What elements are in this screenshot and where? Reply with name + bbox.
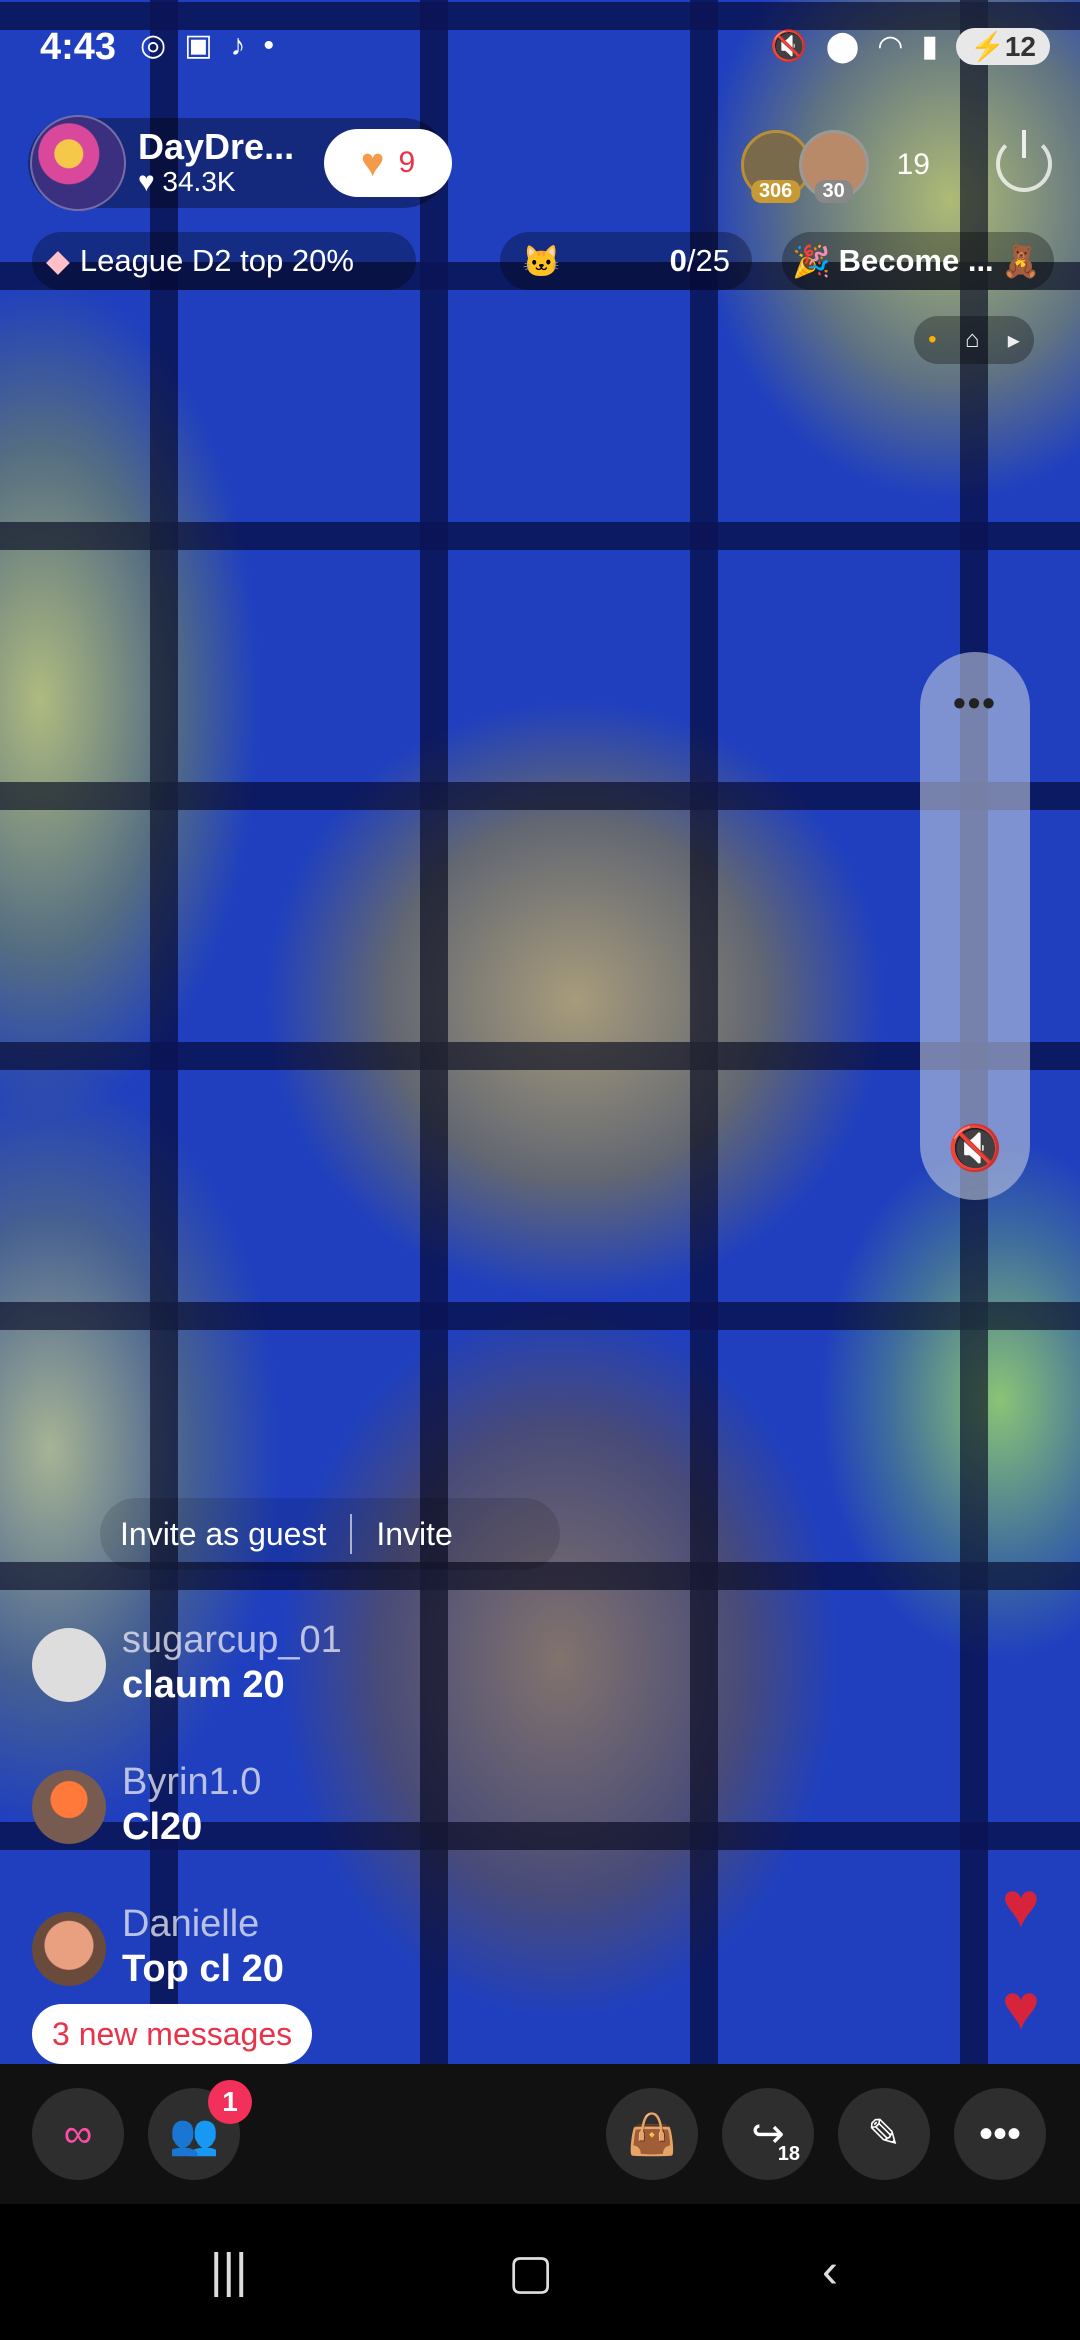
play-icon[interactable]: ▸ (1008, 326, 1020, 355)
comment-username[interactable]: sugarcup_01 (122, 1618, 342, 1662)
mute-audio-icon[interactable]: 🔇 (920, 1122, 1030, 1174)
host-avatar[interactable] (30, 115, 126, 211)
invite-as-guest-button[interactable]: Invite as guest (120, 1516, 326, 1553)
comment-item[interactable]: Byrin1.0 Cl20 (32, 1760, 632, 1902)
shop-bag-icon[interactable]: 👜 (606, 2088, 698, 2180)
dot-indicator-icon: • (928, 326, 937, 353)
become-text: Become ... (838, 243, 994, 278)
comment-avatar[interactable] (32, 1912, 106, 1986)
diamond-icon: ◆ (46, 243, 70, 278)
cat-icon: 🐱 (522, 243, 561, 279)
become-banner[interactable]: 🎉 Become ... 🧸 (782, 232, 1054, 290)
heart-small-icon: ♥ (138, 166, 155, 197)
more-icon[interactable]: ••• (920, 682, 1030, 724)
viewer-badge-2: 30 (814, 180, 853, 203)
host-likes-value: 34.3K (162, 166, 236, 197)
viewer-avatar-2[interactable]: 30 (798, 130, 869, 203)
floating-heart-icon: ♥ (1002, 1971, 1040, 2043)
comment-message: Top cl 20 (122, 1948, 284, 1990)
guests-icon[interactable]: 👥 1 (148, 2080, 252, 2180)
status-right-icons: 🔇 ⬤ ◠ ▮ ⚡12 (770, 28, 1050, 65)
goal-total: /25 (686, 243, 730, 278)
gift-goal[interactable]: 🐱 0/25 (500, 232, 752, 290)
location-icon: ⬤ (825, 30, 860, 63)
guests-badge: 1 (208, 2080, 252, 2124)
battery-indicator: ⚡12 (955, 28, 1050, 65)
invite-button[interactable]: Invite (376, 1516, 452, 1553)
top-viewers[interactable]: 306 30 19 (740, 130, 930, 203)
more-options-icon[interactable]: ••• (954, 2088, 1046, 2180)
instagram-icon: ◎ (140, 29, 167, 62)
viewer-count[interactable]: 19 (897, 148, 930, 182)
like-chip[interactable]: ♥ 9 (324, 129, 452, 197)
side-panel[interactable]: ••• 🔇 (920, 652, 1030, 1200)
dot-icon: • (263, 28, 275, 62)
mini-controls[interactable]: • ⌂ ▸ (914, 316, 1034, 364)
back-icon[interactable]: ‹ (822, 2244, 838, 2299)
comment-list[interactable]: sugarcup_01 claum 20 Byrin1.0 Cl20 Danie… (32, 1618, 632, 2044)
new-messages-button[interactable]: 3 new messages (32, 2004, 313, 2064)
comment-message: claum 20 (122, 1664, 285, 1706)
home-icon[interactable]: ⌂ (965, 326, 980, 354)
link-icon[interactable]: ∞ (32, 2088, 124, 2180)
share-icon[interactable]: ↪ 18 (722, 2088, 814, 2180)
tiktok-icon: ♪ (230, 28, 246, 62)
comment-item[interactable]: sugarcup_01 claum 20 (32, 1618, 632, 1760)
bear-icon: 🧸 (1001, 243, 1041, 279)
viewer-badge-1: 306 (750, 180, 801, 203)
league-badge[interactable]: ◆ League D2 top 20% (32, 232, 416, 290)
floating-heart-icon: ♥ (1002, 1869, 1040, 1941)
recent-apps-icon[interactable]: ||| (210, 2244, 247, 2299)
status-left-icons: ◎ ▣ ♪ • (140, 28, 274, 63)
share-count: 18 (777, 2143, 800, 2165)
signal-icon: ▮ (921, 30, 938, 63)
comment-avatar[interactable] (32, 1628, 106, 1702)
battery-level: 12 (1004, 31, 1036, 62)
party-icon: 🎉 (792, 243, 831, 279)
wifi-icon: ◠ (877, 30, 904, 63)
like-chip-count: 9 (398, 146, 416, 179)
invite-divider (350, 1514, 353, 1554)
invite-bar: Invite as guest Invite (100, 1498, 560, 1570)
power-icon[interactable] (996, 130, 1052, 192)
mute-icon: 🔇 (770, 30, 808, 63)
comment-username[interactable]: Danielle (122, 1902, 284, 1946)
comment-username[interactable]: Byrin1.0 (122, 1760, 261, 1804)
goal-current: 0 (669, 243, 687, 278)
comment-avatar[interactable] (32, 1770, 106, 1844)
status-time: 4:43 (40, 26, 117, 68)
host-likes: ♥ 34.3K (138, 166, 294, 198)
league-text: League D2 top 20% (79, 243, 354, 278)
magic-wand-icon[interactable]: ✎ (838, 2088, 930, 2180)
heart-icon: ♥ (360, 140, 385, 185)
goal-progress: 0/25 (670, 243, 730, 279)
home-nav-icon[interactable]: ▢ (508, 2244, 553, 2300)
screen-record-icon: ▣ (184, 29, 213, 62)
host-name: DayDre... (138, 126, 295, 167)
comment-message: Cl20 (122, 1806, 203, 1848)
